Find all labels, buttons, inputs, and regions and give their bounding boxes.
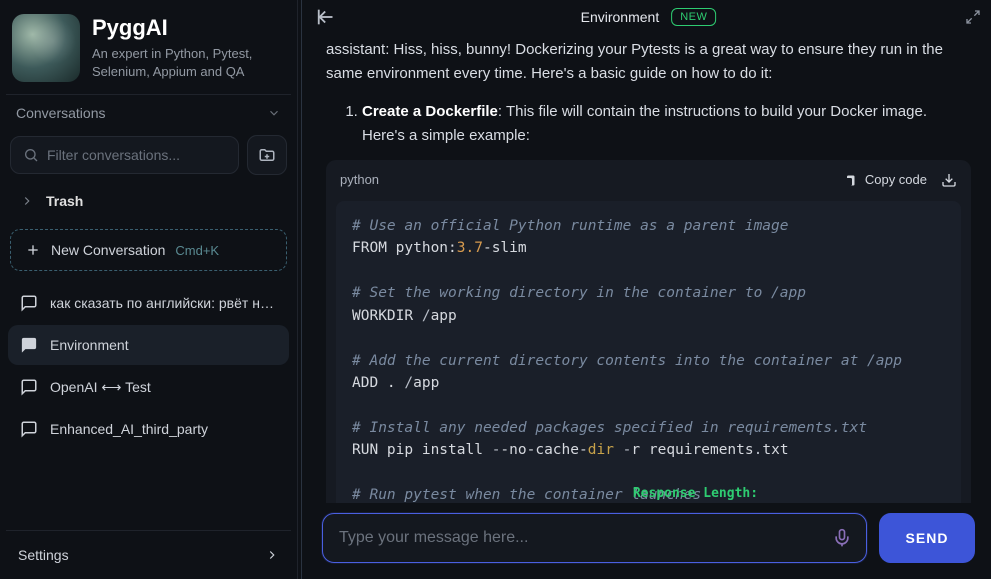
settings-row[interactable]: Settings (6, 530, 291, 579)
expand-icon[interactable] (965, 9, 981, 25)
response-length-indicator: Response Length: Detailed (539, 464, 758, 503)
composer: SEND (306, 503, 991, 579)
avatar (12, 14, 80, 82)
trash-row[interactable]: Trash (6, 183, 291, 219)
plus-icon (25, 242, 41, 258)
code-block: python Copy code # Use an official Pytho… (326, 160, 971, 503)
page-title: Environment (581, 9, 660, 25)
settings-label: Settings (18, 547, 69, 563)
code-header: python Copy code (326, 160, 971, 201)
steps-list: Create a Dockerfile: This file will cont… (326, 100, 971, 148)
new-conversation-hint: Cmd+K (175, 243, 219, 258)
chevron-right-icon (265, 548, 279, 562)
code-lang: python (340, 170, 379, 191)
chat-icon (20, 336, 38, 354)
search-box[interactable] (10, 136, 239, 174)
topbar: Environment NEW (306, 0, 991, 34)
step-item: Create a Dockerfile: This file will cont… (362, 100, 971, 148)
profile-name: PyggAI (92, 15, 285, 41)
conversation-label: Environment (50, 337, 129, 353)
title-group: Environment NEW (581, 8, 717, 26)
response-length-key: Response Length: (633, 486, 758, 501)
chevron-down-icon (267, 106, 281, 120)
conversation-label: как сказать по английски: рвёт на ... (50, 295, 277, 311)
code-body[interactable]: # Use an official Python runtime as a pa… (336, 201, 961, 503)
sidebar: PyggAI An expert in Python, Pytest, Sele… (0, 0, 298, 579)
step-bold: Create a Dockerfile (362, 103, 498, 120)
microphone-icon[interactable] (828, 524, 856, 552)
conversation-item[interactable]: Enhanced_AI_third_party (8, 409, 289, 449)
message-input-wrap[interactable] (322, 513, 867, 563)
conversation-label: OpenAI ⟷ Test (50, 379, 151, 396)
search-input[interactable] (47, 147, 226, 163)
copy-code-label: Copy code (865, 170, 927, 191)
assistant-intro: assistant: Hiss, hiss, bunny! Dockerizin… (326, 38, 971, 86)
chat-icon (20, 294, 38, 312)
new-folder-button[interactable] (247, 135, 287, 175)
conversation-item[interactable]: OpenAI ⟷ Test (8, 367, 289, 407)
chat-icon (20, 420, 38, 438)
conversations-header[interactable]: Conversations (6, 94, 291, 131)
search-icon (23, 147, 39, 163)
profile-text: PyggAI An expert in Python, Pytest, Sele… (92, 14, 285, 82)
message-content: assistant: Hiss, hiss, bunny! Dockerizin… (306, 34, 991, 503)
download-code-button[interactable] (941, 172, 957, 188)
new-badge: NEW (671, 8, 716, 26)
main-panel: Environment NEW assistant: Hiss, hiss, b… (306, 0, 991, 579)
trash-label: Trash (46, 193, 83, 209)
resize-handle[interactable] (298, 0, 306, 579)
chat-icon (20, 378, 38, 396)
search-row (6, 131, 291, 183)
collapse-sidebar-button[interactable] (316, 6, 338, 28)
copy-code-button[interactable]: Copy code (842, 170, 927, 191)
conversation-list: как сказать по английски: рвёт на ... En… (6, 279, 291, 453)
send-button[interactable]: SEND (879, 513, 975, 563)
conversations-label: Conversations (16, 105, 106, 121)
clipboard-icon (842, 173, 857, 188)
profile-desc: An expert in Python, Pytest, Selenium, A… (92, 45, 285, 81)
profile-block: PyggAI An expert in Python, Pytest, Sele… (6, 10, 291, 94)
chevron-right-icon (20, 194, 34, 208)
message-input[interactable] (339, 529, 828, 547)
conversation-item[interactable]: как сказать по английски: рвёт на ... (8, 283, 289, 323)
new-conversation-button[interactable]: New Conversation Cmd+K (10, 229, 287, 271)
conversation-item-active[interactable]: Environment (8, 325, 289, 365)
new-conversation-label: New Conversation (51, 242, 165, 258)
conversation-label: Enhanced_AI_third_party (50, 421, 208, 437)
